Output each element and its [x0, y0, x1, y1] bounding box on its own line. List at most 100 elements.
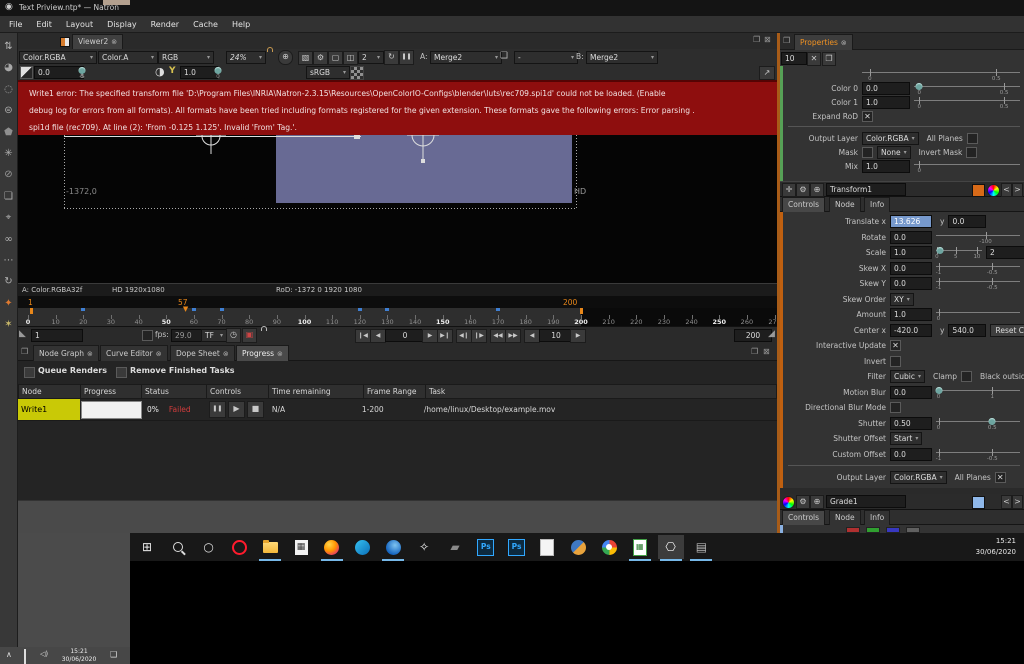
natron-icon[interactable]: ⎔	[658, 535, 684, 559]
tab-transform-node[interactable]: Node	[829, 197, 861, 212]
stop-render-button[interactable]: ■	[247, 401, 264, 418]
proxy-level-dropdown[interactable]: 2	[358, 51, 384, 64]
gain-icon[interactable]	[20, 66, 33, 79]
menu-item[interactable]: Render	[144, 20, 186, 29]
close-all-panels-button[interactable]: ✕	[807, 52, 821, 66]
disc-app-icon[interactable]	[565, 535, 591, 559]
app-icon-unknown[interactable]: ▤	[688, 535, 714, 559]
in-point-mark[interactable]	[30, 308, 33, 314]
col-time-remaining[interactable]: Time remaining	[269, 385, 364, 398]
close-tab-icon[interactable]: ⊗	[277, 347, 283, 361]
realtime-clock-icon[interactable]: ◷	[226, 328, 241, 343]
filter-drop[interactable]: Cubic	[890, 370, 925, 383]
expand-rod-chk[interactable]: ✕	[862, 111, 873, 122]
close-pane-icon[interactable]: ⊠	[763, 347, 770, 356]
current-frame-field[interactable]: 0	[385, 329, 425, 342]
scale-slider[interactable]: 0510	[936, 246, 982, 259]
skew-order-drop[interactable]: XY	[890, 293, 914, 306]
tab-progress[interactable]: Progress⊗	[236, 345, 289, 361]
b-input-dropdown[interactable]: Merge2	[586, 51, 658, 64]
pane-anchor-icon[interactable]: ❒	[21, 347, 28, 356]
transform-nodes-icon[interactable]: ❏	[4, 189, 13, 210]
extra-nodes-icon[interactable]: ✦	[4, 296, 12, 317]
filter-chk[interactable]	[961, 371, 972, 382]
fps-lock-checkbox[interactable]	[142, 330, 153, 341]
mask-chk[interactable]	[862, 147, 873, 158]
contrast-icon[interactable]: ◑	[155, 65, 165, 78]
search-icon[interactable]	[165, 535, 191, 559]
invert-chk[interactable]	[890, 356, 901, 367]
output-layer-drop[interactable]: Color.RGBA	[890, 471, 947, 484]
libreoffice-calc-icon[interactable]: ▦	[627, 535, 653, 559]
tray-clock[interactable]: 15:21 30/06/2020	[56, 648, 102, 664]
motion-blur-field[interactable]: 0.0	[890, 386, 932, 399]
other-nodes-icon[interactable]: ⋯	[4, 253, 14, 274]
full-frame-icon[interactable]: ▢	[328, 51, 343, 65]
custom-offset-field[interactable]: 0.0	[890, 448, 932, 461]
close-tab-icon[interactable]: ⊗	[111, 35, 117, 49]
pause-render-button[interactable]: ❚❚	[209, 401, 226, 418]
tab-grade-node[interactable]: Node	[829, 510, 861, 525]
turbo-mode-icon[interactable]: ▣	[242, 328, 257, 343]
tab-properties[interactable]: Properties ⊗	[794, 34, 853, 50]
gamma-icon[interactable]: Y	[169, 66, 176, 76]
queue-renders-checkbox[interactable]	[24, 367, 35, 378]
color-picker-icon[interactable]: ↗	[759, 66, 775, 80]
timeformat-dropdown[interactable]: TF	[201, 329, 227, 342]
tab-dope-sheet[interactable]: Dope Sheet⊗	[170, 345, 235, 361]
thunderbird-icon[interactable]	[380, 535, 406, 559]
edge-icon[interactable]	[350, 535, 376, 559]
viewport[interactable]: -1372,0 HD	[18, 135, 777, 283]
start-button[interactable]: ⊞	[134, 535, 160, 559]
mix-slider[interactable]: 0	[914, 160, 1020, 173]
menu-item[interactable]: Cache	[186, 20, 225, 29]
col-task[interactable]: Task	[426, 385, 776, 398]
in-point-field[interactable]: 1	[31, 329, 83, 342]
col-controls[interactable]: Controls	[207, 385, 269, 398]
grade-node-title-field[interactable]: Grade1	[826, 495, 906, 508]
alpha-channel-dropdown[interactable]: Color.A	[98, 51, 158, 64]
translate-x-field[interactable]: 13.626	[890, 215, 932, 228]
calculator-icon[interactable]: ▦	[288, 535, 314, 559]
float-pane-icon[interactable]: ❐	[753, 35, 760, 44]
rotate-slider[interactable]: -100	[936, 231, 1020, 244]
mask-drop[interactable]: None	[877, 146, 911, 159]
node-settings-icon[interactable]: ⚙	[796, 183, 810, 197]
display-channels-dropdown[interactable]: RGB	[158, 51, 214, 64]
corner-handle-icon[interactable]: ◢	[768, 329, 775, 339]
node-settings-icon[interactable]: ⚙	[796, 495, 810, 509]
fox-icon[interactable]: ✧	[411, 535, 437, 559]
restart-render-button[interactable]: ▶	[228, 401, 245, 418]
amount-slider[interactable]: 0	[936, 308, 1020, 321]
timeline-ruler[interactable]: ▼ 01020304050607080901001101201301401501…	[18, 308, 777, 326]
camera-icon[interactable]: ▰	[442, 535, 468, 559]
directional-blur-mode-chk[interactable]	[890, 402, 901, 413]
mix-field[interactable]: 1.0	[862, 160, 910, 173]
menu-item[interactable]: Edit	[29, 20, 59, 29]
shutter-slider-handle[interactable]	[989, 418, 996, 425]
gamma-field[interactable]: 1.0	[180, 66, 218, 79]
tray-notification-icon[interactable]: ❑	[110, 650, 117, 659]
redo-button[interactable]: >	[1012, 495, 1023, 509]
tray-speaker-icon[interactable]: ◁)	[40, 650, 48, 658]
pane-anchor-icon[interactable]: ❒	[783, 36, 790, 45]
wipe-operator-dropdown[interactable]: -	[514, 51, 578, 64]
output-layer-chk[interactable]: ✕	[995, 472, 1006, 483]
center-node-icon[interactable]: ✛	[782, 183, 796, 197]
fps-field[interactable]: 29.0	[171, 329, 203, 342]
prev-increment-button[interactable]: ◀❙	[456, 329, 472, 343]
image-nodes-icon[interactable]: ⇅	[4, 39, 12, 60]
transform-node-title-field[interactable]: Transform1	[826, 183, 906, 196]
max-panels-field[interactable]: 10	[781, 52, 807, 65]
overlay-color-wheel-icon[interactable]	[987, 184, 1000, 197]
views-nodes-icon[interactable]: ⌖	[6, 210, 12, 231]
col-frame-range[interactable]: Frame Range	[364, 385, 426, 398]
merge-nodes-icon[interactable]: ⊘	[4, 167, 12, 188]
playhead-icon[interactable]: ▼	[183, 305, 188, 313]
tab-transform-info[interactable]: Info	[864, 197, 890, 212]
tab-grade-controls[interactable]: Controls	[782, 510, 825, 525]
close-tab-icon[interactable]: ⊗	[841, 36, 847, 50]
time-nodes-icon[interactable]: ◌	[4, 82, 13, 103]
tab-grade-info[interactable]: Info	[864, 510, 890, 525]
shutter-slider[interactable]: 00.5	[936, 417, 1020, 430]
